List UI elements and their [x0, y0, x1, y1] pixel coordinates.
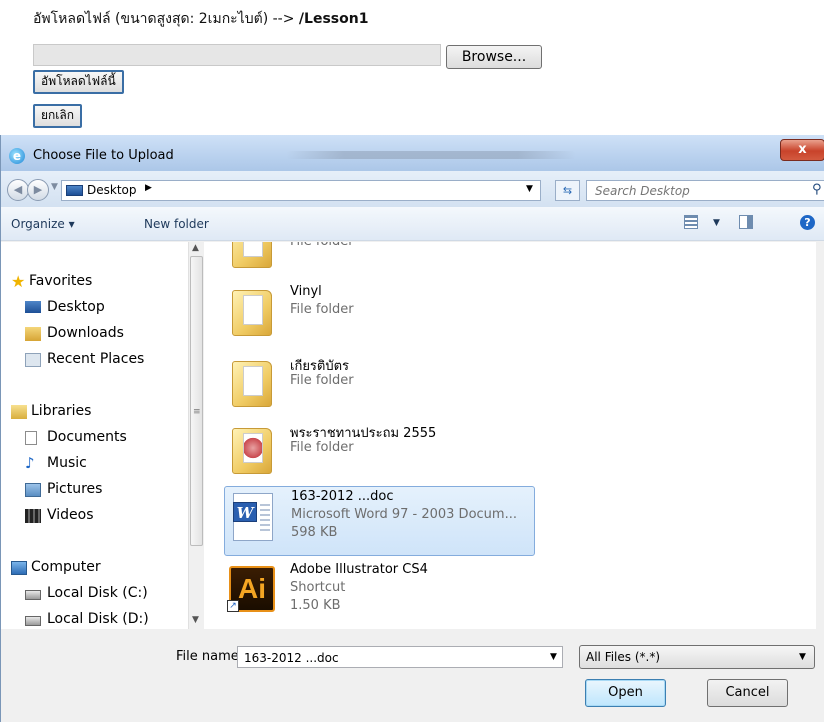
- nav-label: Computer: [31, 559, 101, 575]
- nav-label: Favorites: [29, 273, 93, 289]
- file-name-input[interactable]: [242, 650, 532, 666]
- file-name: Vinyl: [290, 284, 322, 299]
- folder-icon: [232, 428, 272, 474]
- list-item[interactable]: เกียรติบัตร File folder: [224, 353, 535, 423]
- dialog-footer: File name: ▼ All Files (*.*) ▼ Open Canc…: [1, 629, 824, 722]
- filter-dropdown-icon: ▼: [799, 652, 806, 662]
- file-name-combobox[interactable]: ▼: [237, 646, 563, 668]
- file-type: File folder: [290, 373, 354, 388]
- search-icon[interactable]: ⚲: [812, 182, 822, 197]
- word-document-icon: W: [233, 493, 273, 541]
- help-icon[interactable]: ?: [800, 215, 815, 230]
- file-type-filter[interactable]: All Files (*.*) ▼: [579, 645, 815, 669]
- file-type: File folder: [290, 440, 354, 455]
- change-view-icon[interactable]: [684, 215, 698, 229]
- list-item-selected[interactable]: W 163-2012 ...doc Microsoft Word 97 - 20…: [224, 486, 535, 556]
- pictures-icon: [25, 483, 41, 497]
- breadcrumb-arrow-icon[interactable]: ▶: [145, 183, 152, 193]
- file-type: Shortcut: [290, 580, 346, 595]
- search-input[interactable]: [593, 183, 793, 199]
- ie-icon: e: [9, 148, 25, 164]
- preview-pane-icon[interactable]: [739, 215, 753, 229]
- new-folder-button[interactable]: New folder: [144, 217, 209, 231]
- blurred-window-title: [286, 151, 576, 159]
- refresh-button[interactable]: ⇆: [555, 180, 580, 201]
- open-button[interactable]: Open: [585, 679, 666, 707]
- organize-menu[interactable]: Organize ▾: [11, 217, 75, 231]
- desktop-icon: [25, 301, 41, 313]
- command-toolbar: Organize ▾ New folder ▼ ?: [1, 207, 824, 241]
- nav-label: Desktop: [47, 299, 105, 315]
- list-item[interactable]: Ai ↗ Adobe Illustrator CS4 Shortcut 1.50…: [224, 560, 535, 629]
- libraries-icon: [11, 405, 27, 419]
- file-name: 163-2012 ...doc: [291, 489, 394, 504]
- folder-icon: [232, 361, 272, 407]
- address-dropdown-icon[interactable]: ▼: [526, 184, 533, 194]
- cancel-upload-button[interactable]: ยกเลิก: [33, 104, 83, 128]
- file-type-filter-value: All Files (*.*): [586, 650, 661, 664]
- drive-d-icon: [25, 616, 41, 626]
- nav-label: Local Disk (C:): [47, 585, 148, 601]
- nav-label: Recent Places: [47, 351, 145, 367]
- scroll-grip-icon: ≡: [193, 407, 201, 417]
- dialog-titlebar[interactable]: e Choose File to Upload x: [1, 135, 824, 171]
- file-list: File folder Vinyl File folder เกียรติบัต…: [204, 242, 824, 629]
- desktop-icon: [66, 185, 83, 196]
- file-type: File folder: [290, 242, 354, 249]
- history-dropdown-icon[interactable]: ▼: [51, 182, 58, 192]
- scroll-down-icon[interactable]: ▼: [192, 615, 199, 625]
- nav-label: Videos: [47, 507, 94, 523]
- file-path-field[interactable]: [33, 44, 441, 66]
- nav-label: Documents: [47, 429, 127, 445]
- star-icon: ★: [11, 272, 26, 291]
- list-item[interactable]: พระราชทานประถม 2555 File folder: [224, 420, 535, 490]
- folder-icon: [232, 242, 272, 268]
- nav-label: Local Disk (D:): [47, 611, 149, 627]
- upload-heading-prefix: อัพโหลดไฟล์ (ขนาดสูงสุด: 2เมกะไบต์) -->: [33, 11, 299, 27]
- navigation-pane: ★ Favorites Desktop Downloads Recent Pla…: [1, 242, 203, 629]
- address-bar[interactable]: Desktop ▶ ▼: [61, 180, 541, 201]
- close-button[interactable]: x: [780, 139, 824, 161]
- file-size: 598 KB: [291, 525, 338, 540]
- nav-label: Libraries: [31, 403, 92, 419]
- upload-heading: อัพโหลดไฟล์ (ขนาดสูงสุด: 2เมกะไบต์) --> …: [33, 8, 368, 30]
- shortcut-arrow-icon: ↗: [227, 600, 239, 612]
- word-letter: W: [233, 502, 257, 522]
- folder-icon: [232, 290, 272, 336]
- choose-file-dialog: e Choose File to Upload x ◀ ▶ ▼ Desktop …: [0, 135, 824, 722]
- breadcrumb-desktop[interactable]: Desktop: [87, 183, 137, 197]
- nav-label: Pictures: [47, 481, 103, 497]
- music-icon: ♪: [25, 454, 35, 472]
- videos-icon: [25, 509, 41, 523]
- upload-file-button[interactable]: อัพโหลดไฟล์นี้: [33, 70, 124, 94]
- forward-button[interactable]: ▶: [27, 179, 49, 201]
- navigation-scrollbar[interactable]: ▲ ≡ ▼: [188, 242, 203, 629]
- cancel-button[interactable]: Cancel: [707, 679, 788, 707]
- back-button[interactable]: ◀: [7, 179, 29, 201]
- navigation-bar: ◀ ▶ ▼ Desktop ▶ ▼ ⇆ ⚲: [1, 171, 824, 207]
- file-type: File folder: [290, 302, 354, 317]
- computer-icon: [11, 561, 27, 575]
- list-item[interactable]: File folder: [224, 242, 535, 284]
- file-name-dropdown-icon[interactable]: ▼: [550, 652, 557, 662]
- file-type: Microsoft Word 97 - 2003 Docum...: [291, 507, 517, 522]
- downloads-icon: [25, 327, 41, 341]
- scroll-up-icon[interactable]: ▲: [192, 243, 199, 253]
- file-name: Adobe Illustrator CS4: [290, 562, 428, 577]
- file-size: 1.50 KB: [290, 598, 341, 613]
- browse-button[interactable]: Browse...: [446, 45, 542, 69]
- dialog-title: Choose File to Upload: [33, 148, 174, 163]
- upload-folder: /Lesson1: [298, 11, 369, 27]
- list-item[interactable]: Vinyl File folder: [224, 282, 535, 352]
- view-dropdown-icon[interactable]: ▼: [713, 218, 720, 228]
- nav-label: Downloads: [47, 325, 124, 341]
- search-box[interactable]: ⚲: [586, 180, 824, 201]
- drive-c-icon: [25, 590, 41, 600]
- scroll-thumb[interactable]: [190, 256, 203, 546]
- documents-icon: [25, 431, 37, 445]
- file-list-scrollbar[interactable]: [816, 242, 824, 629]
- file-name-label: File name:: [176, 649, 244, 664]
- recent-places-icon: [25, 353, 41, 367]
- nav-label: Music: [47, 455, 87, 471]
